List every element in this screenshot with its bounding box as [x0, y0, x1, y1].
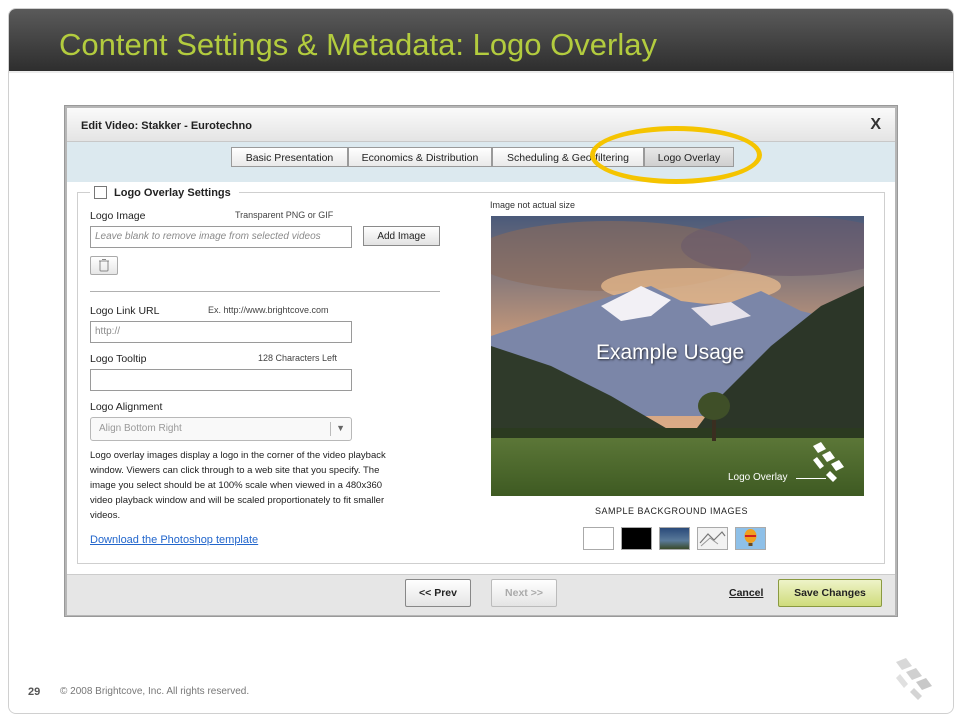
tab-scheduling-geofiltering[interactable]: Scheduling & Geo-filtering: [492, 147, 644, 167]
slide-title-bar: Content Settings & Metadata: Logo Overla…: [9, 9, 953, 71]
brightcove-logo-icon: [890, 658, 938, 707]
sample-black-swatch[interactable]: [621, 527, 652, 550]
logo-tooltip-field[interactable]: [90, 369, 352, 391]
cancel-link[interactable]: Cancel: [729, 587, 763, 599]
dialog-title: Edit Video: Stakker - Eurotechno: [81, 120, 252, 132]
edit-video-dialog: Edit Video: Stakker - Eurotechno X Basic…: [64, 105, 898, 617]
next-button[interactable]: Next >>: [491, 579, 557, 607]
add-image-button[interactable]: Add Image: [363, 226, 440, 246]
select-separator: [330, 422, 331, 436]
logo-alignment-value: Align Bottom Right: [99, 423, 182, 434]
logo-tooltip-label: Logo Tooltip: [90, 353, 147, 365]
dialog-content: Logo Overlay Settings Logo Image Transpa…: [67, 182, 895, 574]
preview-image: Example Usage Logo Overlay: [491, 216, 864, 496]
sample-white-swatch[interactable]: [583, 527, 614, 550]
section-divider: [90, 291, 440, 292]
sample-landscape-swatch[interactable]: [659, 527, 690, 550]
close-icon[interactable]: X: [870, 116, 881, 134]
tab-economics-distribution[interactable]: Economics & Distribution: [348, 147, 492, 167]
dialog-footer: << Prev Next >> Cancel Save Changes: [67, 574, 895, 615]
settings-legend-label: Logo Overlay Settings: [114, 186, 231, 199]
tab-basic-presentation[interactable]: Basic Presentation: [231, 147, 348, 167]
enable-logo-overlay-checkbox[interactable]: [94, 186, 107, 199]
logo-link-url-hint: Ex. http://www.brightcove.com: [208, 305, 329, 315]
logo-tooltip-hint: 128 Characters Left: [258, 353, 338, 363]
logo-image-field[interactable]: Leave blank to remove image from selecte…: [90, 226, 352, 248]
prev-button[interactable]: << Prev: [405, 579, 471, 607]
sample-sketch-swatch[interactable]: [697, 527, 728, 550]
page-number: 29: [28, 686, 41, 698]
logo-alignment-label: Logo Alignment: [90, 401, 163, 413]
logo-overlay-description: Logo overlay images display a logo in th…: [90, 450, 386, 521]
logo-link-url-label: Logo Link URL: [90, 305, 160, 317]
overlay-logo-icon: [809, 442, 853, 489]
save-changes-button[interactable]: Save Changes: [778, 579, 882, 607]
preview-note: Image not actual size: [490, 200, 576, 210]
logo-overlay-settings-group: Logo Overlay Settings Logo Image Transpa…: [77, 186, 885, 564]
tab-logo-overlay[interactable]: Logo Overlay: [644, 147, 734, 167]
download-photoshop-template-link[interactable]: Download the Photoshop template: [90, 534, 258, 546]
dialog-header: Edit Video: Stakker - Eurotechno X: [67, 108, 895, 142]
copyright-text: © 2008 Brightcove, Inc. All rights reser…: [60, 686, 250, 697]
sample-backgrounds-title: SAMPLE BACKGROUND IMAGES: [595, 506, 749, 516]
example-usage-text: Example Usage: [596, 341, 745, 364]
logo-alignment-select[interactable]: Align Bottom Right ▼: [90, 417, 352, 441]
sample-balloon-swatch[interactable]: [735, 527, 766, 550]
logo-link-url-field[interactable]: http://: [90, 321, 352, 343]
tab-bar: Basic Presentation Economics & Distribut…: [67, 142, 895, 182]
logo-overlay-caption: Logo Overlay: [728, 472, 788, 483]
logo-image-label: Logo Image: [90, 210, 146, 222]
logo-image-hint: Transparent PNG or GIF: [235, 210, 334, 220]
trash-icon[interactable]: [90, 256, 118, 275]
slide-title: Content Settings & Metadata: Logo Overla…: [59, 27, 657, 62]
chevron-down-icon: ▼: [336, 423, 345, 433]
settings-legend: Logo Overlay Settings: [90, 186, 239, 199]
